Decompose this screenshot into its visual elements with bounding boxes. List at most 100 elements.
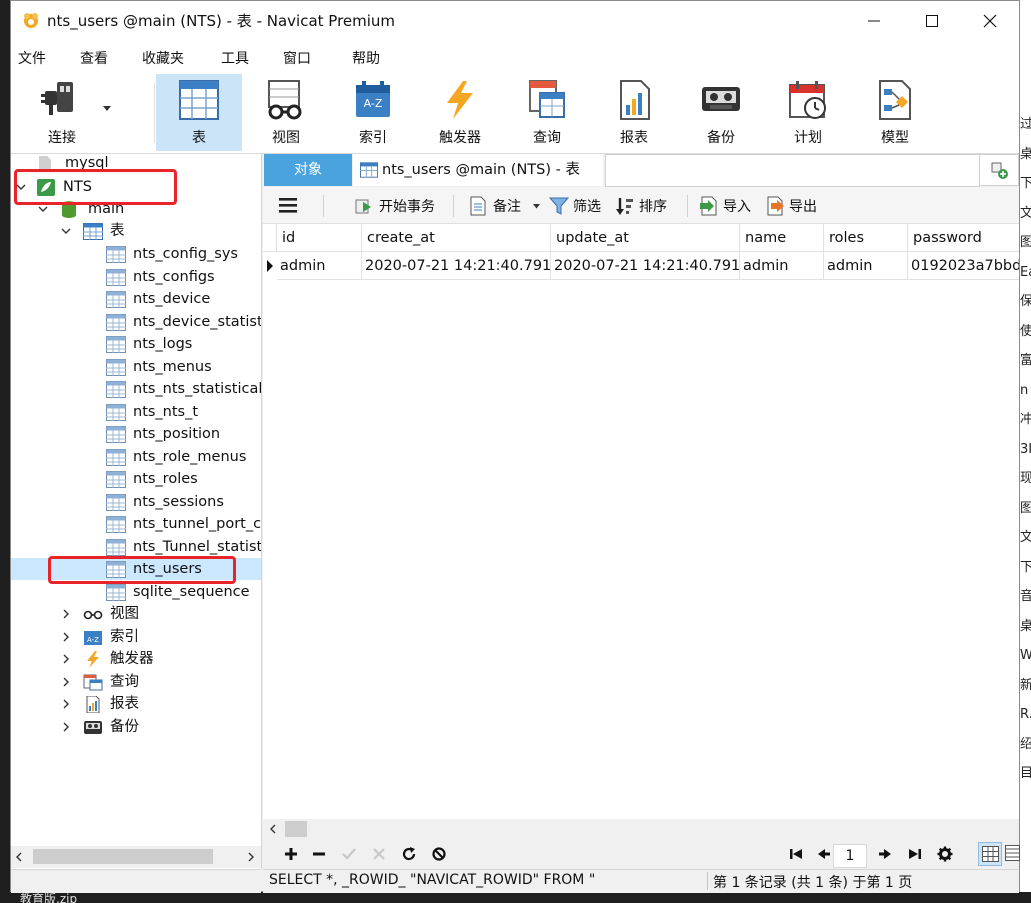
annotation-highlight-table [48,556,236,584]
page-number-input[interactable]: 1 [833,844,867,868]
settings-gear-icon[interactable] [937,846,953,862]
backup-tool-button[interactable]: 备份 [678,74,764,151]
next-page-icon[interactable] [877,846,893,862]
chevron-right-icon[interactable] [61,654,71,664]
previous-page-icon[interactable] [816,846,832,862]
tree-table-item[interactable]: nts_roles [11,468,261,490]
memo-icon [470,196,486,216]
add-record-icon[interactable] [283,846,299,862]
query-tool-button[interactable]: 查询 [504,74,590,151]
table-icon [106,358,126,376]
tree-group-item[interactable]: A-Z 索引 [11,626,261,648]
tree-group-item[interactable]: 报表 [11,693,261,715]
form-view-toggle[interactable] [1004,842,1020,866]
title-bar[interactable]: nts_users @main (NTS) - 表 - Navicat Prem… [11,1,1019,39]
scrollbar-thumb[interactable] [285,821,307,837]
connect-button[interactable]: 连接 [19,74,119,151]
table-cell[interactable]: admin [277,252,362,280]
column-header-roles[interactable]: roles [824,224,908,252]
chevron-left-icon[interactable] [15,852,23,862]
sort-icon [616,198,633,215]
apply-changes-icon[interactable] [341,846,357,862]
tree-table-item[interactable]: nts_nts_t [11,401,261,423]
chevron-down-icon[interactable] [38,204,48,214]
tree-table-item[interactable]: nts_logs [11,333,261,355]
background-text-fragment: 新 [1020,677,1031,693]
tree-table-item[interactable]: nts_position [11,423,261,445]
stop-icon[interactable] [431,846,447,862]
data-grid[interactable]: id create_at update_at name roles passwo… [263,224,1019,819]
tree-table-item[interactable]: nts_configs [11,266,261,288]
minimize-button[interactable] [845,1,903,39]
last-page-icon[interactable] [907,846,923,862]
tree-table-item[interactable]: nts_sessions [11,491,261,513]
column-header-id[interactable]: id [277,224,362,252]
tree-table-item[interactable]: nts_menus [11,356,261,378]
grid-view-toggle[interactable] [978,842,1002,866]
menu-file[interactable]: 文件 [18,48,46,68]
trigger-tool-button[interactable]: 触发器 [417,74,503,151]
tree-group-item[interactable]: 视图 [11,603,261,625]
tree-table-item[interactable]: nts_config_sys [11,243,261,265]
column-header-name[interactable]: name [740,224,824,252]
column-header-create-at[interactable]: create_at [362,224,551,252]
tree-table-item[interactable]: nts_tunnel_port_cc [11,513,261,535]
maximize-button[interactable] [903,1,961,39]
form-view-icon [1005,845,1020,861]
column-header-password[interactable]: password [908,224,1019,252]
tree-table-item[interactable]: nts_device_statisti [11,311,261,333]
tree-table-item[interactable]: nts_nts_statistical [11,378,261,400]
tree-horizontal-scrollbar[interactable] [11,846,261,868]
tree-group-item[interactable]: 触发器 [11,648,261,670]
menu-help[interactable]: 帮助 [352,48,380,68]
grid-horizontal-scrollbar[interactable] [263,819,991,839]
chevron-right-icon[interactable] [61,677,71,687]
delete-record-icon[interactable] [311,846,327,862]
chevron-right-icon[interactable] [247,852,255,862]
menu-hamburger-icon[interactable] [279,198,297,213]
index-tool-button[interactable]: A-Z 索引 [330,74,416,151]
discard-changes-icon[interactable] [371,846,387,862]
tree-table-item[interactable]: nts_Tunnel_statisti [11,536,261,558]
navigation-tree[interactable]: mysql NTS main 表 nts_config_sys nts_confi… [11,154,262,869]
tree-group-tables[interactable]: 表 [11,220,261,242]
menu-tools[interactable]: 工具 [221,48,249,68]
first-page-icon[interactable] [788,846,804,862]
tree-table-item[interactable]: nts_device [11,288,261,310]
chevron-down-icon[interactable] [533,204,540,209]
report-icon [86,696,100,713]
chevron-right-icon[interactable] [61,699,71,709]
new-tab-button[interactable] [979,154,1019,186]
view-tool-button[interactable]: 视图 [243,74,329,151]
tab-nts-users[interactable]: nts_users @main (NTS) - 表 [353,154,603,186]
tree-table-item[interactable]: nts_role_menus [11,446,261,468]
tree-group-item[interactable]: 查询 [11,671,261,693]
menu-window[interactable]: 窗口 [283,48,311,68]
model-tool-button[interactable]: 模型 [852,74,938,151]
table-cell[interactable]: admin [824,252,908,280]
tab-objects[interactable]: 对象 [264,154,352,186]
refresh-icon[interactable] [401,846,417,862]
menu-favorites[interactable]: 收藏夹 [142,48,184,68]
report-tool-button[interactable]: 报表 [591,74,677,151]
close-button[interactable] [961,1,1019,39]
column-header-update-at[interactable]: update_at [551,224,740,252]
tree-group-item[interactable]: 备份 [11,716,261,738]
table-cell[interactable]: admin [740,252,824,280]
table-cell[interactable]: 0192023a7bbd7 [908,252,1019,280]
table-tool-button[interactable]: 表 [156,74,242,151]
schedule-tool-button[interactable]: 计划 [765,74,851,151]
current-row-indicator-icon [267,260,273,272]
table-cell[interactable]: 2020-07-21 14:21:40.7919 [551,252,740,280]
chevron-left-icon[interactable] [269,824,277,834]
chevron-right-icon[interactable] [61,609,71,619]
chevron-right-icon[interactable] [61,632,71,642]
table-cell[interactable]: 2020-07-21 14:21:40.7919 [362,252,551,280]
scrollbar-thumb[interactable] [33,849,213,864]
chevron-down-icon[interactable] [103,106,111,112]
menu-view[interactable]: 查看 [80,48,108,68]
import-label: 导入 [723,199,751,215]
chevron-right-icon[interactable] [61,722,71,732]
chevron-down-icon[interactable] [61,226,71,236]
tree-node-label: nts_Tunnel_statisti [133,538,262,555]
